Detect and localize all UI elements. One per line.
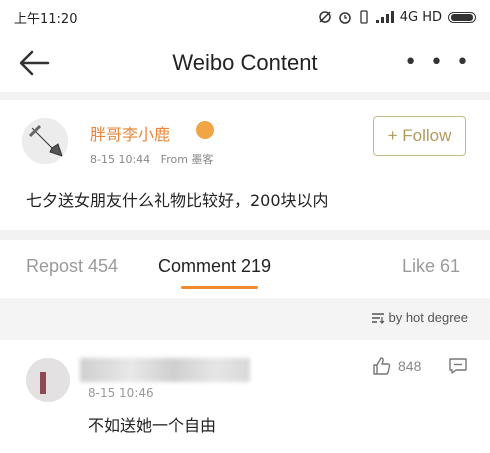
active-tab-indicator [181,286,258,289]
tab-comment[interactable]: Comment 219 [158,256,271,277]
sort-icon [372,312,385,324]
post-username[interactable]: 胖哥李小鹿 [90,121,170,145]
network-label: 4G HD [399,9,442,25]
avatar[interactable] [22,118,68,164]
comment-username-blurred [80,358,250,382]
post-text: 七夕送女朋友什么礼物比较好，200块以内 [26,191,329,210]
back-arrow-icon[interactable] [16,48,52,78]
section-divider [0,230,490,240]
tab-like[interactable]: Like 61 [402,256,460,277]
comment-text: 不如送她一个自由 [88,416,217,435]
post-source: From 墨客 [160,153,214,166]
status-bar: 上午11:20 4G HD [0,0,490,34]
status-icons: 4G HD [318,10,476,25]
comment-avatar[interactable] [26,358,70,402]
thumbs-up-icon [373,357,391,375]
section-divider [0,92,490,100]
page-title: Weibo Content [172,50,318,75]
signal-icon [375,11,394,23]
alarm-icon [338,12,351,24]
more-options-button[interactable]: • • • [404,50,472,75]
status-time: 上午11:20 [14,11,78,27]
reply-comment-icon[interactable] [448,356,468,376]
avatar-image-icon [22,118,68,164]
tab-repost[interactable]: Repost 454 [26,256,118,277]
comment-like-count: 848 [398,358,422,374]
sort-button[interactable]: by hot degree [371,310,468,325]
user-badge-icon [196,121,214,139]
comment-avatar-image-icon [26,358,70,402]
sort-bar: by hot degree [0,298,490,340]
post-time: 8-15 10:44 [90,153,151,166]
sync-icon [318,11,331,23]
vibrate-icon [360,10,368,24]
follow-button[interactable]: + Follow [373,116,466,156]
battery-icon [448,11,476,23]
comment-time: 8-15 10:46 [88,386,154,400]
post-meta: 8-15 10:44 From 墨客 [90,151,213,167]
sort-label: by hot degree [388,310,468,325]
comment-like-button[interactable]: 848 [372,356,421,376]
nav-bar: Weibo Content • • • [0,34,490,92]
